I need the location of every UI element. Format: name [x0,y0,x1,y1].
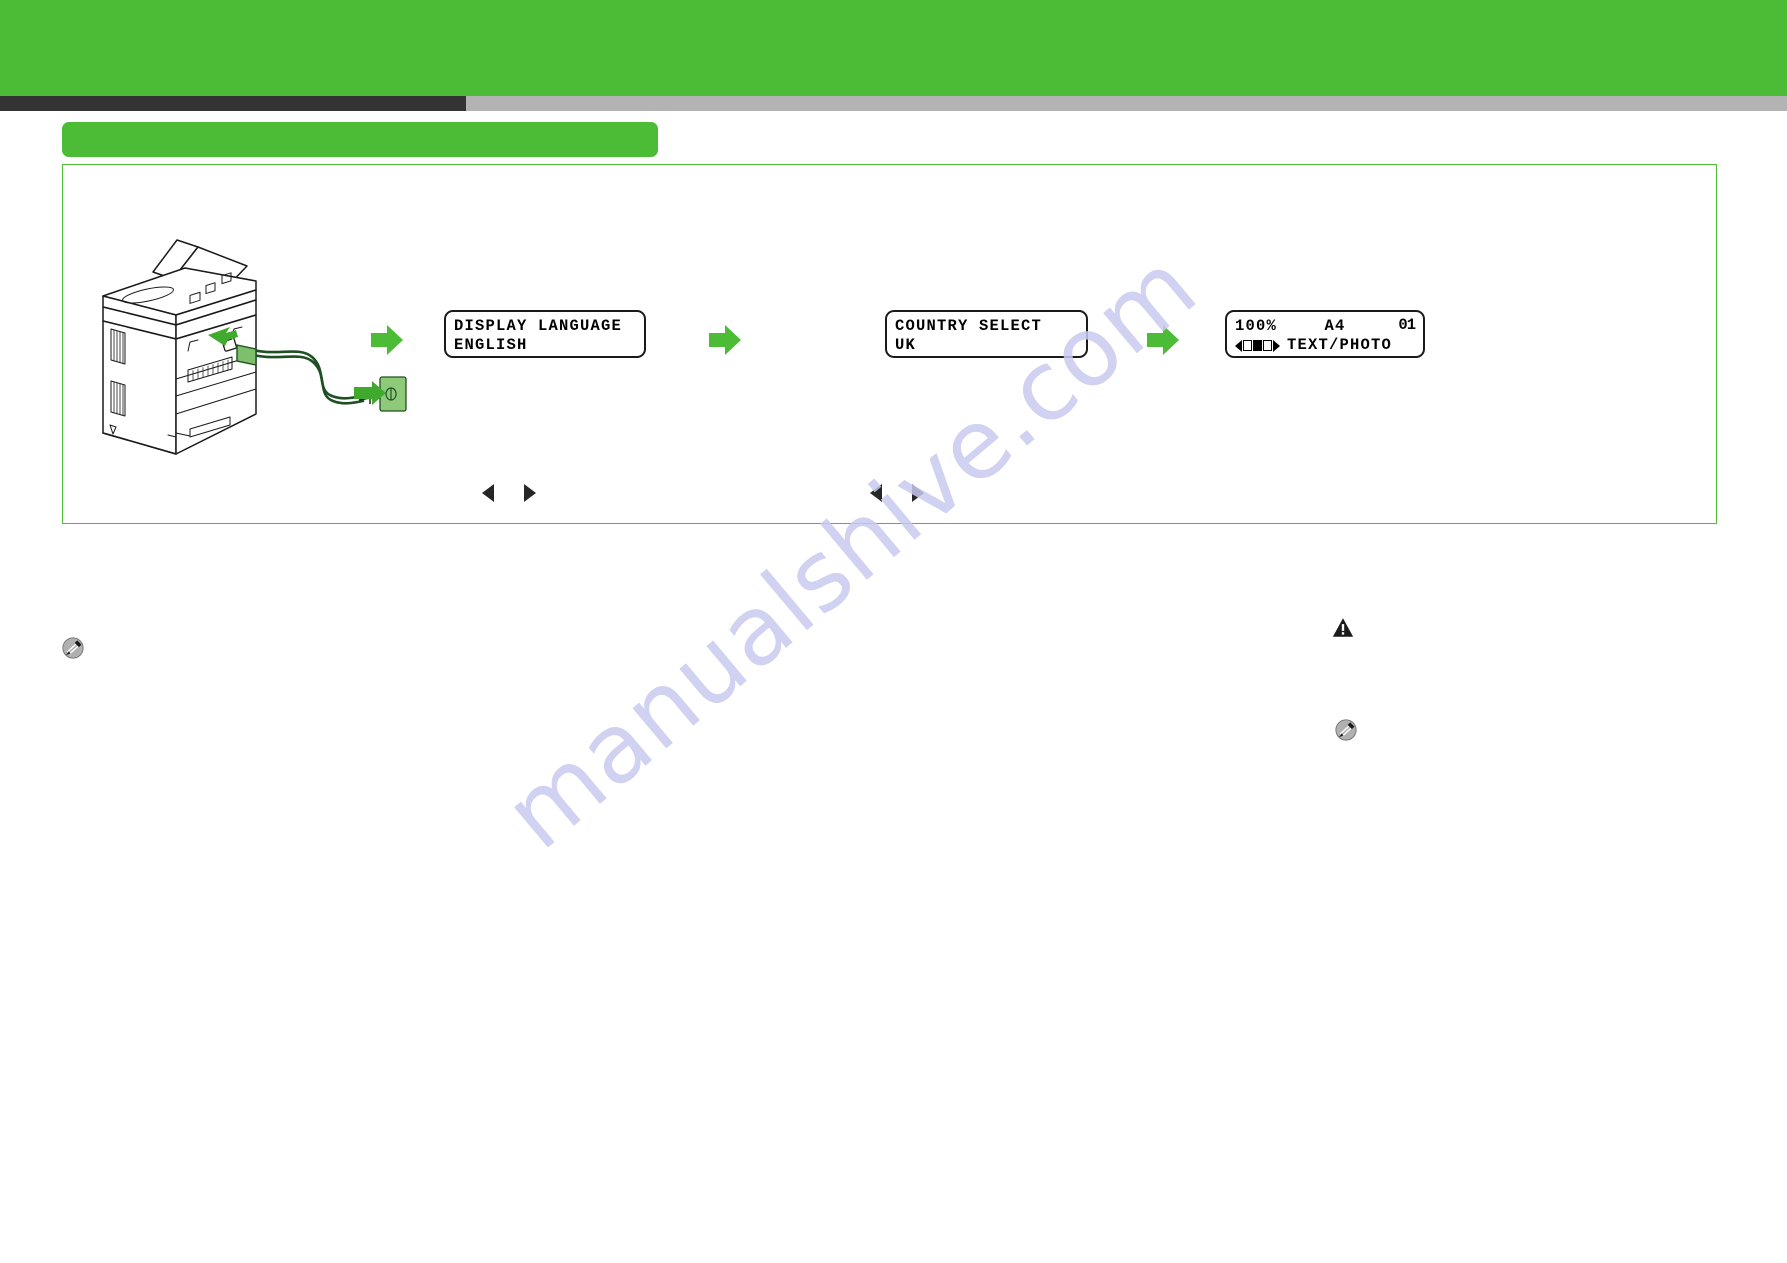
lcd-standby-screen: 100% A4 TEXT/PHOTO 01 [1225,310,1425,358]
flow-arrow-right-icon [706,321,744,359]
note-icon [62,637,84,664]
flow-arrow-right-icon [368,321,406,359]
image-quality-value: TEXT/PHOTO [1287,336,1393,354]
density-increase-icon [1273,339,1280,352]
lcd-country-select: COUNTRY SELECT UK [885,310,1088,358]
arrow-right-icon [912,484,924,502]
zoom-ratio-value: 100% [1235,317,1278,335]
setup-flow: DISPLAY LANGUAGE ENGLISH COUNTRY SELECT … [62,164,1717,524]
caution-icon [1332,617,1354,643]
section-heading-tab [62,122,658,157]
density-meter-icon [1235,339,1280,352]
copy-count-value: 01 [1398,316,1416,334]
lcd-standby-row-bottom: TEXT/PHOTO [1235,336,1415,355]
arrow-left-icon [482,484,494,502]
lcd-language-line1: DISPLAY LANGUAGE [454,317,623,335]
paper-size-value: A4 [1324,317,1346,335]
nav-hint-language [482,484,536,502]
header-rule-light-segment [466,96,1787,111]
flow-arrow-right-icon [1144,321,1182,359]
lcd-display-language: DISPLAY LANGUAGE ENGLISH [444,310,646,358]
note-icon [1335,719,1357,746]
header-rule [0,96,1787,111]
lcd-standby-row-top: 100% A4 [1235,317,1415,336]
watermark: manualshive.com [404,230,1384,895]
lcd-country-line1: COUNTRY SELECT [895,317,1043,335]
lcd-language-line2: ENGLISH [454,336,528,354]
printer-illustration [80,229,410,459]
density-decrease-icon [1235,339,1242,352]
density-cell [1263,340,1272,351]
header-banner [0,0,1787,96]
nav-hint-country [870,484,924,502]
density-cell [1253,340,1262,351]
density-cell [1243,340,1252,351]
header-rule-dark-segment [0,96,466,111]
arrow-right-icon [524,484,536,502]
lcd-country-line2: UK [895,336,917,354]
arrow-left-icon [870,484,882,502]
